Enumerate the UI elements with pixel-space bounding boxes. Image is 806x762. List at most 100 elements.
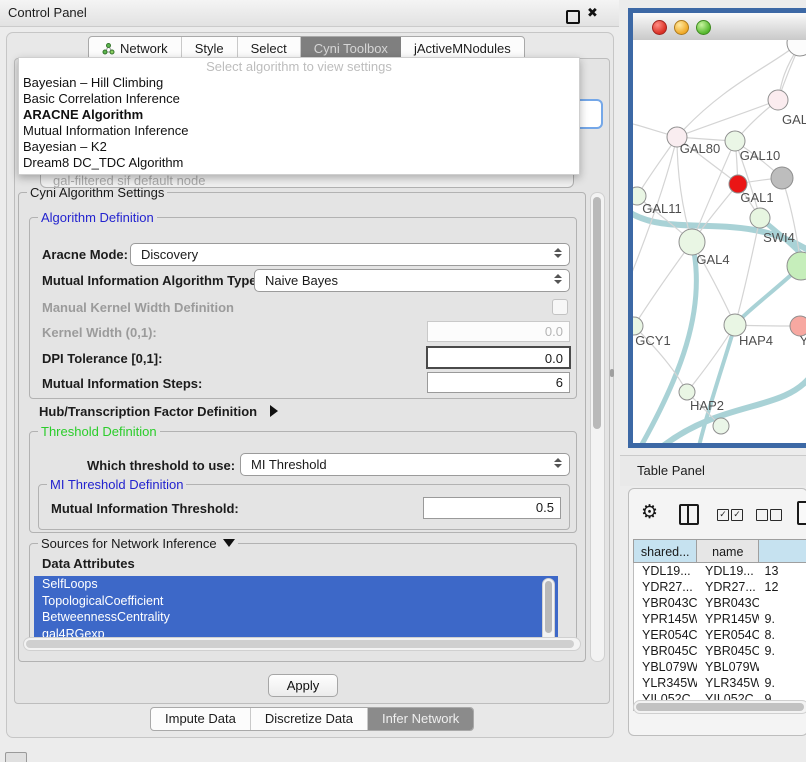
network-selector-value: gal-filtered sif default node xyxy=(53,173,205,188)
table-cell: 13 xyxy=(759,563,806,579)
kernel-width-label: Kernel Width (0,1): xyxy=(42,325,157,340)
which-threshold-combo[interactable]: MI Threshold xyxy=(240,453,570,476)
table-row[interactable]: YDR27...YDR27...12 xyxy=(634,579,806,595)
column-header[interactable]: name xyxy=(696,539,758,563)
table-row[interactable]: YPR145WYPR145W9. xyxy=(634,611,806,627)
bottom-tab-infer-network[interactable]: Infer Network xyxy=(368,708,473,730)
mi-threshold-definition-group: MI Threshold Definition Mutual Informati… xyxy=(38,484,570,530)
bottom-tab-discretize-data[interactable]: Discretize Data xyxy=(251,708,368,730)
table-row[interactable]: YDL19...YDL19...13 xyxy=(634,563,806,579)
network-edge xyxy=(637,137,677,196)
dropdown-item[interactable]: ARACNE Algorithm xyxy=(19,107,579,123)
check-glyph: ✓ xyxy=(719,509,727,519)
split-pane-handle[interactable] xyxy=(610,369,614,377)
select-all-icon-2[interactable]: ✓ xyxy=(731,509,743,521)
columns-icon[interactable] xyxy=(679,504,699,525)
attribute-item[interactable]: TopologicalCoefficient xyxy=(34,593,558,610)
zoom-traffic-light-icon[interactable] xyxy=(696,20,711,35)
corner-widget[interactable] xyxy=(5,752,27,762)
gear-icon[interactable]: ⚙ xyxy=(641,501,658,524)
dropdown-item[interactable]: Dream8 DC_TDC Algorithm xyxy=(19,155,579,171)
network-graph: GALGAL80GAL10GAL1SWI4GAL4GCY1HAP4YHAP2GA… xyxy=(633,40,806,443)
threshold-definition-group: Threshold Definition Which threshold to … xyxy=(29,431,577,533)
table-row[interactable]: YLR345WYLR345W9. xyxy=(634,675,806,691)
network-node[interactable] xyxy=(771,167,793,189)
close-traffic-light-icon[interactable] xyxy=(652,20,667,35)
dropdown-item[interactable]: Bayesian – Hill Climbing xyxy=(19,75,579,91)
sources-group-title[interactable]: Sources for Network Inference xyxy=(38,536,238,551)
hub-definition-toggle[interactable]: Hub/Transcription Factor Definition xyxy=(39,403,278,421)
table-cell: YBR043C xyxy=(697,595,758,611)
node-label: HAP4 xyxy=(739,333,773,348)
data-attributes-list: SelfLoopsTopologicalCoefficientBetweenne… xyxy=(34,576,558,644)
sources-group: Sources for Network Inference Data Attri… xyxy=(29,543,577,649)
dropdown-item[interactable]: Basic Correlation Inference xyxy=(19,91,579,107)
network-node[interactable] xyxy=(750,208,770,228)
dpi-tolerance-field[interactable]: 0.0 xyxy=(426,346,571,369)
mi-type-value: Naive Bayes xyxy=(265,273,338,288)
kernel-width-field: 0.0 xyxy=(427,321,570,342)
table-cell xyxy=(759,659,806,675)
node-label: GAL xyxy=(782,112,806,127)
mi-threshold-definition-title: MI Threshold Definition xyxy=(47,477,186,492)
bottom-tab-impute-data[interactable]: Impute Data xyxy=(151,708,251,730)
threshold-definition-title: Threshold Definition xyxy=(38,424,160,439)
table-row[interactable]: YBR043CYBR043C xyxy=(634,595,806,611)
settings-vertical-scrollbar[interactable] xyxy=(590,192,605,662)
minimize-traffic-light-icon[interactable] xyxy=(674,20,689,35)
hub-definition-label: Hub/Transcription Factor Definition xyxy=(39,404,257,419)
table-cell: YBL079W xyxy=(697,659,758,675)
column-header[interactable]: shared... xyxy=(633,539,696,563)
close-icon[interactable]: ✖ xyxy=(587,5,598,21)
network-node[interactable] xyxy=(787,40,806,56)
table-horizontal-scrollbar[interactable] xyxy=(633,700,806,714)
app-root: Control Panel ✖ NetworkStyleSelectCyni T… xyxy=(0,0,806,762)
network-edge xyxy=(634,242,692,326)
table-row[interactable]: YBL079WYBL079W xyxy=(634,659,806,675)
focused-combo-fragment xyxy=(578,99,603,129)
attribute-item[interactable]: BetweennessCentrality xyxy=(34,609,558,626)
dropdown-item[interactable]: Bayesian – K2 xyxy=(19,139,579,155)
export-table-icon[interactable] xyxy=(797,501,806,525)
deselect-all-icon[interactable] xyxy=(756,509,768,521)
apply-button[interactable]: Apply xyxy=(268,674,338,697)
cyni-algorithm-settings-group: Cyni Algorithm Settings Algorithm Defini… xyxy=(18,192,586,662)
table-cell: YER054C xyxy=(697,627,758,643)
network-node[interactable] xyxy=(768,90,788,110)
table-panel-title: Table Panel xyxy=(637,463,705,478)
network-window: GALGAL80GAL10GAL1SWI4GAL4GCY1HAP4YHAP2GA… xyxy=(628,8,806,448)
table-cell: YPR145W xyxy=(697,611,758,627)
aracne-mode-combo[interactable]: Discovery xyxy=(130,243,570,266)
mi-steps-field[interactable]: 6 xyxy=(427,372,570,393)
node-label: GAL1 xyxy=(740,190,773,205)
column-header[interactable] xyxy=(758,539,806,563)
attribute-item[interactable]: SelfLoops xyxy=(34,576,558,593)
control-panel-titlebar: Control Panel ✖ xyxy=(0,0,619,27)
bottom-tab-bar: Impute DataDiscretize DataInfer Network xyxy=(150,707,474,731)
node-label: GCY1 xyxy=(635,333,670,348)
mi-type-combo[interactable]: Naive Bayes xyxy=(254,269,570,292)
settings-horizontal-scrollbar[interactable] xyxy=(23,637,581,651)
network-canvas[interactable]: GALGAL80GAL10GAL1SWI4GAL4GCY1HAP4YHAP2GA… xyxy=(633,40,806,443)
select-all-icon[interactable]: ✓ xyxy=(717,509,729,521)
table-cell: YDR27... xyxy=(697,579,758,595)
dropdown-item[interactable]: Mutual Information Inference xyxy=(19,123,579,139)
mi-threshold-field[interactable]: 0.5 xyxy=(423,497,561,519)
network-node[interactable] xyxy=(713,418,729,434)
expanded-arrow-icon xyxy=(223,539,235,547)
attributes-scrollbar[interactable] xyxy=(542,578,555,644)
table-cell: 9. xyxy=(759,675,806,691)
manual-kernel-checkbox[interactable] xyxy=(552,299,568,315)
manual-kernel-label: Manual Kernel Width Definition xyxy=(42,300,234,315)
table-row[interactable]: YBR045CYBR045C9. xyxy=(634,643,806,659)
which-threshold-value: MI Threshold xyxy=(251,457,327,472)
table-row[interactable]: YER054CYER054C8. xyxy=(634,627,806,643)
deselect-all-icon-2[interactable] xyxy=(770,509,782,521)
stepper-icon xyxy=(554,458,562,468)
table-cell: YBR043C xyxy=(634,595,697,611)
node-label: GAL11 xyxy=(642,201,682,216)
float-window-icon[interactable] xyxy=(566,10,580,24)
table-cell: 12 xyxy=(759,579,806,595)
control-panel-title: Control Panel xyxy=(8,5,87,20)
stepper-icon xyxy=(554,274,562,284)
